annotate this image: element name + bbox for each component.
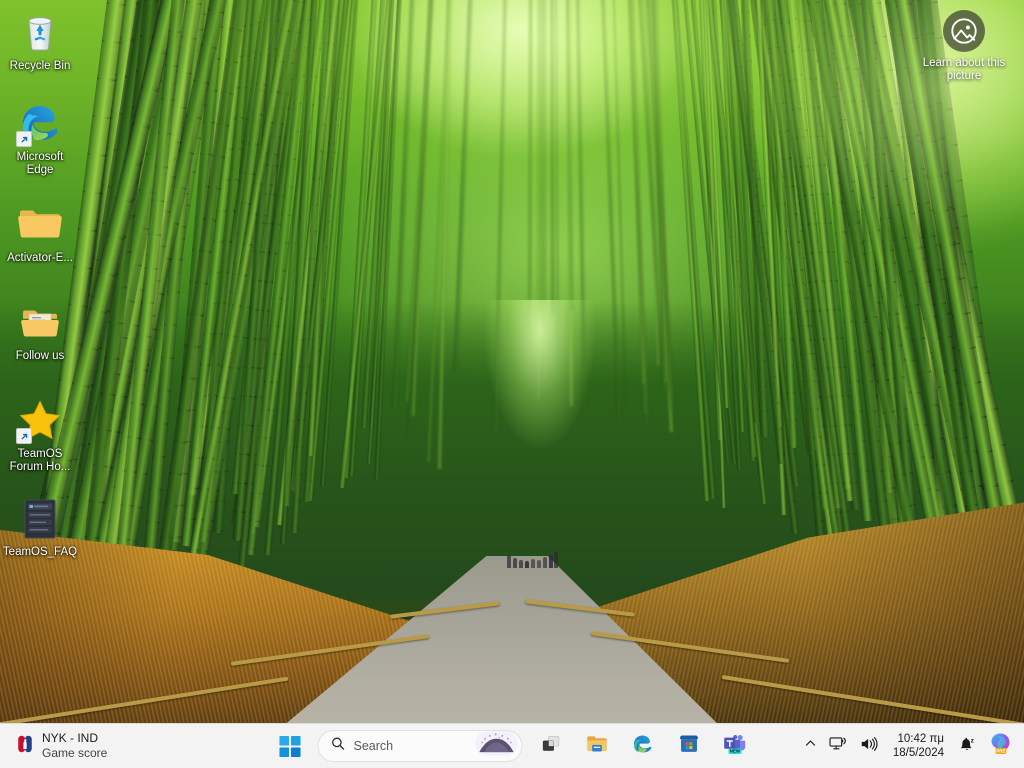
learn-about-picture-label: Learn about this picture [914, 57, 1014, 83]
network-button[interactable] [824, 728, 853, 764]
svg-text:PRE: PRE [996, 749, 1005, 754]
teams-icon: NEW [723, 732, 747, 761]
desktop-icon-label: Activator-E... [2, 252, 78, 265]
microsoft-store-button[interactable] [669, 726, 709, 766]
file-explorer-button[interactable] [577, 726, 617, 766]
folder-with-files-icon [16, 298, 64, 346]
chevron-up-icon [804, 737, 817, 755]
edge-icon [631, 732, 655, 761]
desktop-icon-label: Recycle Bin [2, 60, 78, 73]
desktop-icon-teamos-forum[interactable]: TeamOS Forum Ho... [2, 396, 78, 474]
clock-button[interactable]: 10:42 πμ 18/5/2024 [886, 728, 951, 764]
widget-title: NYK - IND [42, 731, 107, 746]
desktop-wallpaper [0, 0, 1024, 723]
volume-button[interactable] [855, 728, 884, 764]
clock-date: 18/5/2024 [893, 746, 944, 760]
search-input[interactable]: Search [318, 730, 523, 762]
desktop-icon-teamos-faq[interactable]: TeamOS_FAQ [2, 494, 78, 559]
task-view-button[interactable] [531, 726, 571, 766]
svg-text:z: z [971, 737, 975, 744]
system-tray: 10:42 πμ 18/5/2024 z PRE [799, 724, 1024, 768]
learn-about-picture-button[interactable]: Learn about this picture [914, 10, 1014, 83]
copilot-icon: PRE [988, 731, 1013, 761]
search-icon [331, 736, 346, 756]
widget-subtitle: Game score [42, 746, 107, 761]
desktop-icon-label: Microsoft Edge [2, 151, 78, 177]
desktop-icon-label: TeamOS_FAQ [2, 546, 78, 559]
shortcut-arrow-icon [16, 131, 32, 147]
task-view-icon [540, 733, 561, 759]
recycle-bin-icon [16, 8, 64, 56]
wallpaper-distant-people [505, 550, 565, 576]
edge-icon [16, 99, 64, 147]
taskbar-widgets-button[interactable]: NYK - IND Game score [0, 726, 117, 766]
star-icon [16, 396, 64, 444]
desktop-icon-follow-us[interactable]: Follow us [2, 298, 78, 363]
search-highlight-thumbnail[interactable] [476, 731, 518, 761]
volume-icon [860, 736, 879, 757]
taskbar-center-cluster: Search NEW [270, 724, 755, 768]
nba-logo-icon [16, 733, 34, 760]
desktop-icon-label: Follow us [2, 350, 78, 363]
file-explorer-icon [585, 732, 608, 760]
copilot-button[interactable]: PRE [983, 728, 1018, 764]
notification-bell-dnd-icon: z [958, 735, 976, 758]
shortcut-arrow-icon [16, 428, 32, 444]
desktop-icon-activator[interactable]: Activator-E... [2, 200, 78, 265]
document-thumbnail-icon [16, 494, 64, 542]
search-placeholder: Search [354, 739, 468, 753]
teams-button[interactable]: NEW [715, 726, 755, 766]
folder-icon [16, 200, 64, 248]
clock-time: 10:42 πμ [897, 732, 944, 746]
taskbar: NYK - IND Game score Search NEW 10:42 πμ… [0, 723, 1024, 768]
microsoft-store-icon [677, 732, 700, 760]
network-icon [829, 736, 848, 757]
notifications-button[interactable]: z [953, 728, 981, 764]
svg-text:NEW: NEW [730, 748, 741, 753]
desktop-icon-recycle-bin[interactable]: Recycle Bin [2, 8, 78, 73]
show-hidden-icons-button[interactable] [799, 728, 822, 764]
desktop-icon-label: TeamOS Forum Ho... [2, 448, 78, 474]
start-button[interactable] [270, 726, 310, 766]
edge-taskbar-button[interactable] [623, 726, 663, 766]
picture-info-icon [943, 10, 985, 52]
desktop-icon-microsoft-edge[interactable]: Microsoft Edge [2, 99, 78, 177]
